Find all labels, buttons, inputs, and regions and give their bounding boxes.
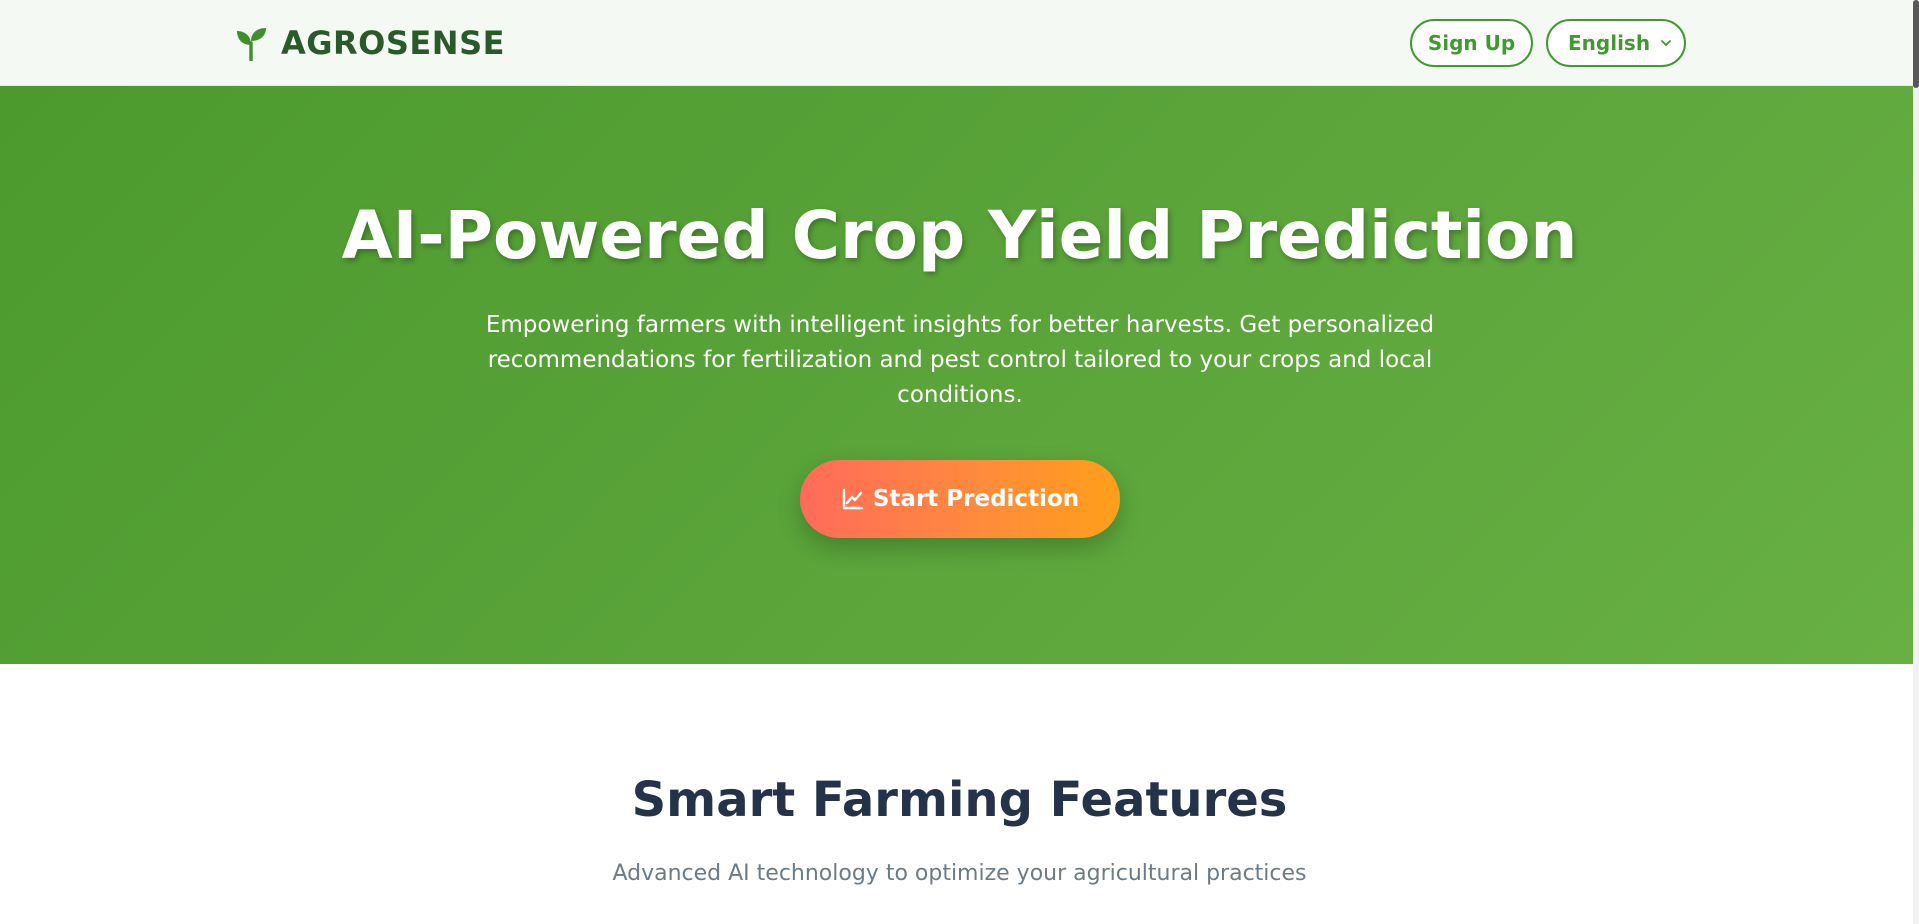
chart-line-icon	[842, 488, 864, 510]
sprout-icon	[237, 28, 266, 61]
vertical-scrollbar[interactable]	[1913, 0, 1919, 924]
nav-actions: Sign Up English	[1410, 19, 1686, 67]
hero-subtitle: Empowering farmers with intelligent insi…	[485, 312, 1435, 408]
chevron-down-icon	[1661, 40, 1671, 46]
language-selected-value: English	[1568, 31, 1651, 55]
start-prediction-button[interactable]: Start Prediction	[800, 460, 1120, 538]
brand-name: AGROSENSE	[281, 24, 505, 62]
top-navbar: AGROSENSE Sign Up English	[0, 0, 1919, 86]
brand-logo[interactable]: AGROSENSE	[233, 24, 505, 62]
scrollbar-thumb[interactable]	[1913, 0, 1919, 88]
features-title: Smart Farming Features	[631, 772, 1288, 828]
sign-up-button[interactable]: Sign Up	[1410, 19, 1533, 67]
hero-title: AI-Powered Crop Yield Prediction	[341, 197, 1578, 274]
page: AGROSENSE Sign Up English AI-Powered Cro…	[0, 0, 1919, 924]
features-subtitle: Advanced AI technology to optimize your …	[612, 861, 1307, 886]
hero-section: AI-Powered Crop Yield Prediction Empower…	[0, 86, 1919, 664]
start-prediction-label: Start Prediction	[872, 486, 1080, 512]
language-select[interactable]: English	[1546, 19, 1686, 67]
